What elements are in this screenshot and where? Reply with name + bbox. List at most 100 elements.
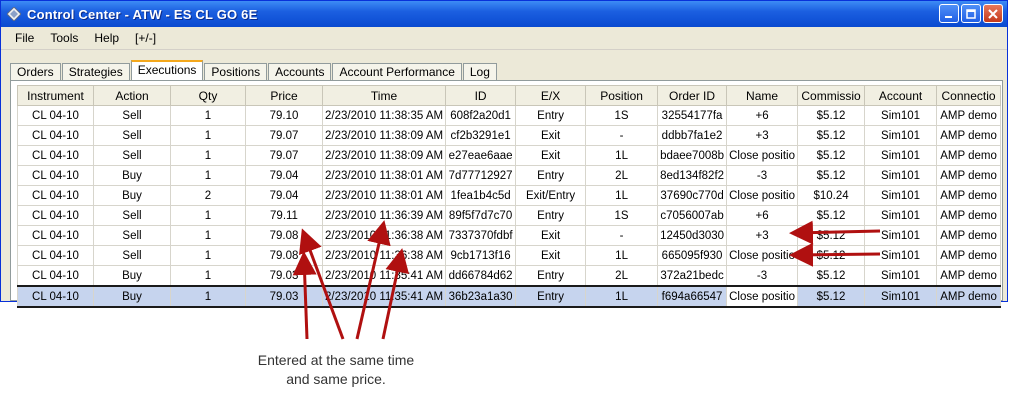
menu-help[interactable]: Help: [86, 31, 127, 45]
column-header[interactable]: E/X: [515, 85, 587, 106]
executions-grid: Instrument Action Qty Price Time ID E/X Positio…: [10, 80, 1003, 308]
table-cell: +3: [726, 225, 799, 246]
table-cell: 1: [170, 205, 246, 226]
table-cell: 79.07: [245, 145, 323, 166]
table-cell: f694a66547: [657, 285, 728, 308]
table-cell: Sim101: [864, 225, 938, 246]
table-cell: 37690c770d: [657, 185, 728, 206]
table-cell: AMP demo: [936, 105, 1002, 126]
column-header[interactable]: Qty: [170, 85, 246, 106]
tab-strip: Orders Strategies Executions Positions A…: [10, 60, 498, 80]
minimize-button[interactable]: [939, 4, 959, 23]
menu-tools[interactable]: Tools: [42, 31, 86, 45]
table-cell: AMP demo: [936, 225, 1002, 246]
table-cell: $5.12: [797, 145, 866, 166]
tab-account-performance[interactable]: Account Performance: [332, 63, 462, 80]
table-cell: 79.03: [245, 265, 323, 287]
table-cell: $5.12: [797, 165, 866, 186]
table-cell: 1: [170, 285, 246, 308]
column-header[interactable]: Price: [245, 85, 323, 106]
table-cell: Buy: [93, 285, 171, 308]
table-cell: Entry: [515, 265, 587, 287]
table-cell: 36b23a1a30: [445, 285, 517, 308]
table-cell: 79.10: [245, 105, 323, 126]
tab-executions[interactable]: Executions: [130, 60, 204, 80]
table-cell: Entry: [515, 165, 587, 186]
table-row[interactable]: CL 04-10 Sell 1 79.08 2/23/2010 11:36:38 AM 7…: [17, 225, 1002, 246]
table-row[interactable]: CL 04-10 Sell 1 79.11 2/23/2010 11:36:39 AM 8…: [17, 205, 1002, 226]
tab-orders[interactable]: Orders: [10, 63, 61, 80]
table-cell: $5.12: [797, 205, 866, 226]
table-cell: Sell: [93, 225, 171, 246]
table-cell: $5.12: [797, 245, 866, 266]
table-cell: -3: [726, 165, 799, 186]
control-center-window: Control Center - ATW - ES CL GO 6E File …: [0, 0, 1008, 308]
menu-toggle[interactable]: [+/-]: [127, 31, 164, 45]
table-row[interactable]: CL 04-10 Sell 1 79.07 2/23/2010 11:38:09 AM c…: [17, 125, 1002, 146]
table-cell: CL 04-10: [17, 245, 94, 266]
table-cell: c7056007ab: [657, 205, 728, 226]
close-icon: [988, 8, 998, 19]
column-header[interactable]: Name: [726, 85, 799, 106]
table-cell: Sell: [93, 145, 171, 166]
column-header[interactable]: Account: [864, 85, 938, 106]
table-cell: CL 04-10: [17, 185, 94, 206]
table-cell: 1: [170, 145, 246, 166]
table-cell: 2/23/2010 11:38:01 AM: [321, 185, 447, 206]
column-header[interactable]: Connectio: [936, 85, 1002, 106]
table-cell: 79.04: [245, 185, 323, 206]
table-cell: Close positio: [726, 245, 799, 266]
maximize-icon: [966, 8, 976, 19]
table-cell: Buy: [93, 265, 171, 287]
table-row[interactable]: CL 04-10 Buy 1 79.03 2/23/2010 11:35:41 AM dd…: [17, 265, 1002, 287]
table-cell: CL 04-10: [17, 225, 94, 246]
table-cell: 1L: [585, 245, 659, 266]
table-cell: 79.03: [245, 285, 323, 308]
maximize-button[interactable]: [961, 4, 981, 23]
table-cell: Sim101: [864, 105, 938, 126]
column-header[interactable]: ID: [445, 85, 517, 106]
table-cell: ddbb7fa1e2: [657, 125, 728, 146]
table-row[interactable]: CL 04-10 Sell 1 79.10 2/23/2010 11:38:35 AM 6…: [17, 105, 1002, 126]
table-cell: Exit/Entry: [515, 185, 587, 206]
window-title: Control Center - ATW - ES CL GO 6E: [27, 6, 258, 22]
table-cell: 2/23/2010 11:36:39 AM: [321, 205, 447, 226]
menu-file[interactable]: File: [7, 31, 42, 45]
tab-positions[interactable]: Positions: [204, 63, 268, 80]
table-cell: CL 04-10: [17, 145, 94, 166]
table-cell: 2L: [585, 165, 659, 186]
table-row[interactable]: CL 04-10 Sell 1 79.07 2/23/2010 11:38:09 AM e…: [17, 145, 1002, 166]
tab-log[interactable]: Log: [462, 63, 497, 80]
table-cell: 79.11: [245, 205, 323, 226]
table-cell: 1L: [585, 185, 659, 206]
table-cell: Exit: [515, 145, 587, 166]
table-cell: Entry: [515, 105, 587, 126]
table-cell: Sim101: [864, 265, 938, 287]
table-cell: Sim101: [864, 165, 938, 186]
table-cell: CL 04-10: [17, 105, 94, 126]
table-cell: CL 04-10: [17, 205, 94, 226]
table-cell: AMP demo: [936, 265, 1002, 287]
table-cell: AMP demo: [936, 125, 1002, 146]
tab-accounts[interactable]: Accounts: [268, 63, 332, 80]
column-header[interactable]: Commissio: [797, 85, 866, 106]
column-header[interactable]: Time: [321, 85, 447, 106]
table-cell: 1L: [585, 285, 659, 308]
close-button[interactable]: [983, 4, 1003, 23]
table-cell: 79.04: [245, 165, 323, 186]
table-cell: Sim101: [864, 185, 938, 206]
table-row[interactable]: CL 04-10 Sell 1 79.08 2/23/2010 11:36:38 AM 9…: [17, 245, 1002, 266]
table-row[interactable]: CL 04-10 Buy 2 79.04 2/23/2010 11:38:01 AM 1f…: [17, 185, 1002, 206]
table-cell: Sell: [93, 105, 171, 126]
executions-table: Instrument Action Qty Price Time ID E/X Positio…: [17, 85, 1002, 308]
table-row[interactable]: CL 04-10 Buy 1 79.03 2/23/2010 11:35:41 AM 36…: [17, 285, 1002, 308]
column-header[interactable]: Instrument: [17, 85, 94, 106]
table-cell: 79.07: [245, 125, 323, 146]
column-header[interactable]: Order ID: [657, 85, 728, 106]
column-header[interactable]: Position: [585, 85, 659, 106]
table-row[interactable]: CL 04-10 Buy 1 79.04 2/23/2010 11:38:01 AM 7d…: [17, 165, 1002, 186]
column-header[interactable]: Action: [93, 85, 171, 106]
title-bar[interactable]: Control Center - ATW - ES CL GO 6E: [1, 1, 1007, 27]
table-cell: 665095f930: [657, 245, 728, 266]
tab-strategies[interactable]: Strategies: [61, 63, 130, 80]
